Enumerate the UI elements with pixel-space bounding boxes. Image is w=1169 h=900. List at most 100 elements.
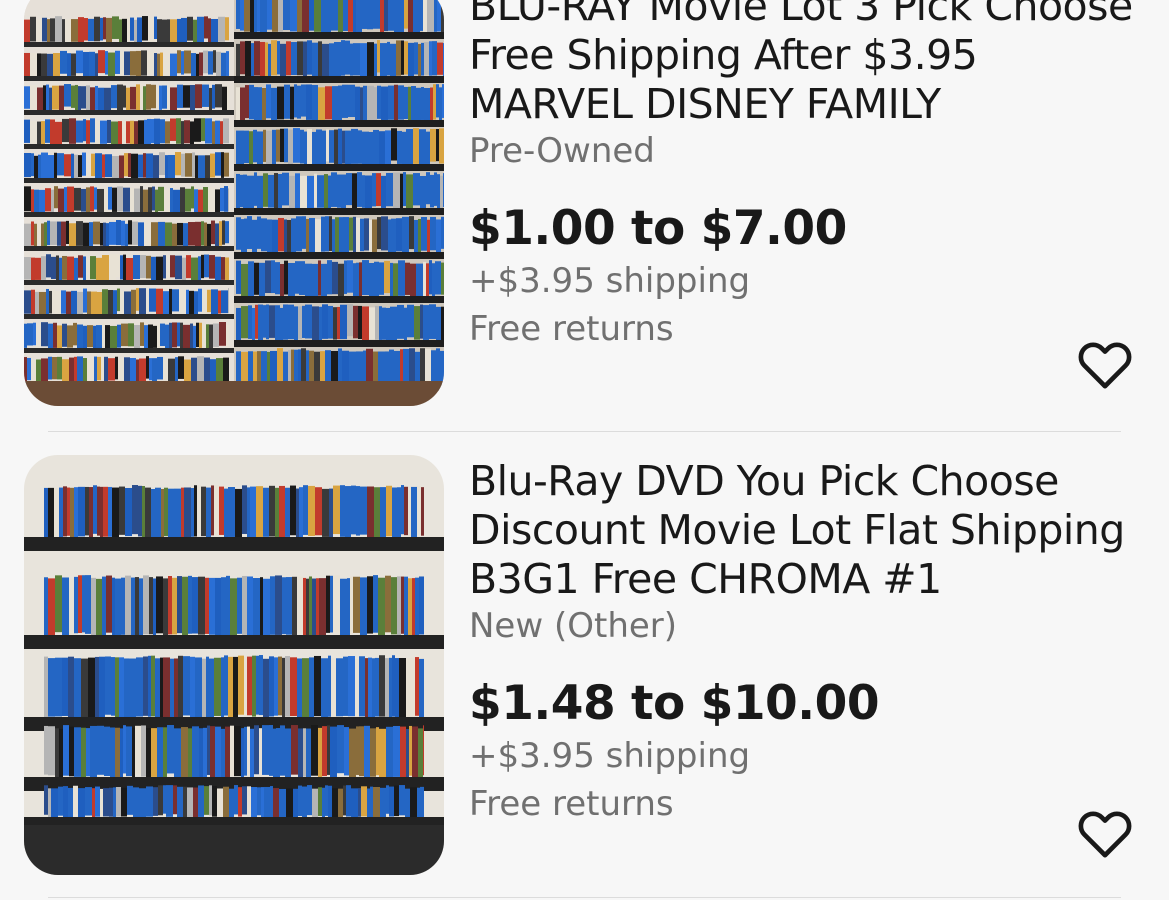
disc-spine [247,576,253,636]
disc-spine [390,43,396,77]
disc-spine [418,728,423,779]
disc-spine [404,307,407,341]
disc-spine [46,84,49,111]
disc-spine [360,486,367,535]
disc-spine [380,43,387,79]
disc-spine [337,725,344,774]
disc-spine [116,786,121,817]
disc-spine [31,359,36,384]
disc-spine [272,129,276,166]
heart-outline-icon[interactable] [1077,338,1133,390]
disc-spine [370,728,376,777]
disc-spine [278,217,284,252]
disc-spine [191,488,194,537]
disc-spine [156,288,163,315]
disc-spine [309,657,314,718]
listing-image[interactable] [24,455,444,875]
shelf-board [234,120,444,127]
disc-spine [379,728,386,780]
disc-spine [140,84,143,108]
disc-spine [427,0,434,34]
disc-spine [345,486,351,538]
disc-spine [34,155,38,179]
disc-spine [400,349,403,382]
disc-spine [384,0,388,32]
disc-spine [275,575,282,635]
disc-spine [359,262,362,298]
disc-spine [181,487,184,538]
disc-spine [108,289,113,316]
disc-spine [194,291,198,318]
disc-spine [112,577,115,636]
listing-card[interactable]: BLU-RAY Movie Lot 3 Pick Choose Free Shi… [0,0,1169,430]
disc-spine [51,189,54,215]
disc-spine [44,222,47,247]
disc-spine [207,289,211,313]
disc-spine [209,577,215,635]
disc-spine [242,786,247,815]
disc-spine [31,257,35,283]
disc-spine [228,288,229,314]
disc-spine [256,655,259,715]
disc-spine [294,349,298,385]
disc-spine [61,290,66,314]
disc-spine [404,0,408,29]
listing-card[interactable]: Blu-Ray DVD You Pick Choose Discount Mov… [0,455,1169,885]
disc-spine [170,87,177,113]
disc-spine [78,86,81,112]
disc-spine [300,129,304,164]
listing-title[interactable]: BLU-RAY Movie Lot 3 Pick Choose Free Shi… [469,0,1145,129]
disc-spine [117,288,120,312]
disc-spine [276,129,280,162]
disc-spine [328,175,331,209]
disc-spine [327,260,332,295]
disc-spine [312,263,318,299]
disc-spine [59,85,64,111]
disc-spine [347,304,353,337]
disc-spine [117,186,123,212]
shelf-board [234,76,444,83]
disc-spine [215,256,221,281]
disc-spine [201,221,204,246]
listing-price: $1.48 to $10.00 [469,676,880,731]
disc-spine [162,19,167,45]
disc-spine [333,307,337,340]
disc-spine [241,306,248,339]
disc-spine [266,130,272,166]
disc-spine [61,221,66,247]
heart-outline-icon[interactable] [1077,807,1133,859]
disc-spine [103,222,106,247]
disc-spine [186,255,191,279]
disc-spine [421,216,427,251]
disc-spine [307,785,312,816]
disc-spine [207,725,210,775]
disc-spine [322,304,328,339]
disc-spine [81,658,88,718]
disc-spine [109,254,116,281]
disc-spine [125,223,128,248]
listing-image[interactable] [24,0,444,406]
disc-spine [53,322,57,348]
disc-spine [331,0,338,31]
disc-spine [157,356,163,380]
disc-spine [134,19,137,43]
disc-spine [191,357,197,384]
disc-spine [331,172,337,207]
disc-spine [131,153,138,179]
disc-spine [139,578,143,639]
disc-spine [399,785,405,816]
disc-spine [100,222,103,246]
disc-spine [198,785,204,817]
disc-spine [221,52,226,78]
disc-spine [143,86,146,111]
disc-spine [306,728,311,780]
disc-spine [269,725,273,776]
disc-spine [104,188,108,212]
disc-spine [321,658,328,720]
listing-title[interactable]: Blu-Ray DVD You Pick Choose Discount Mov… [469,457,1145,604]
disc-spine [105,656,111,715]
disc-spine [240,174,243,208]
disc-spine [378,577,385,638]
disc-spine [342,84,348,118]
disc-spine [339,217,343,253]
